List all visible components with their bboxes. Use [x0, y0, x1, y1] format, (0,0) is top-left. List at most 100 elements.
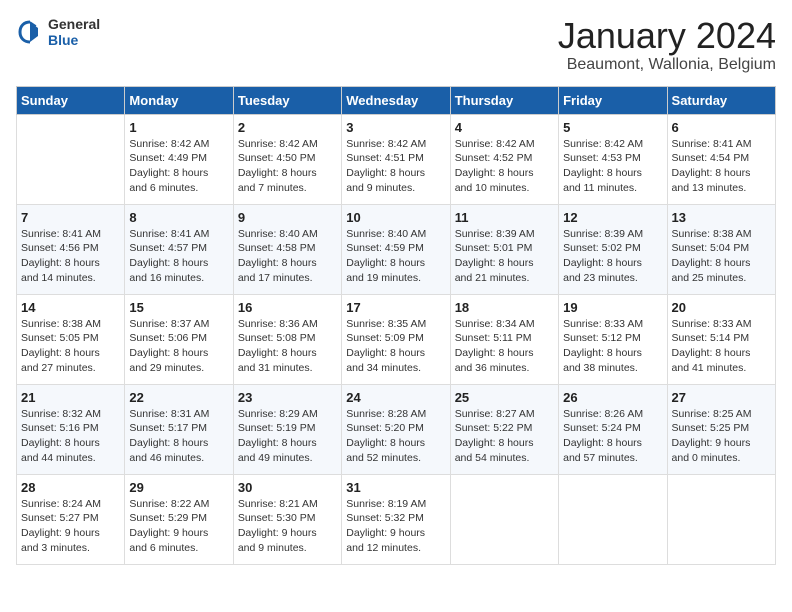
calendar-day-cell: 7 Sunrise: 8:41 AM Sunset: 4:56 PM Daylig…	[17, 204, 125, 294]
day-number: 24	[346, 390, 445, 405]
day-number: 16	[238, 300, 337, 315]
column-header-thursday: Thursday	[450, 86, 558, 114]
day-info: Sunrise: 8:41 AM Sunset: 4:54 PM Dayligh…	[672, 137, 771, 196]
month-title: January 2024	[558, 16, 776, 56]
calendar-week-row: 1 Sunrise: 8:42 AM Sunset: 4:49 PM Daylig…	[17, 114, 776, 204]
day-info: Sunrise: 8:41 AM Sunset: 4:57 PM Dayligh…	[129, 227, 228, 286]
calendar-day-cell: 15 Sunrise: 8:37 AM Sunset: 5:06 PM Dayli…	[125, 294, 233, 384]
calendar-day-cell: 20 Sunrise: 8:33 AM Sunset: 5:14 PM Dayli…	[667, 294, 775, 384]
day-number: 30	[238, 480, 337, 495]
page-header: General Blue January 2024 Beaumont, Wall…	[16, 16, 776, 74]
day-info: Sunrise: 8:32 AM Sunset: 5:16 PM Dayligh…	[21, 407, 120, 466]
day-number: 9	[238, 210, 337, 225]
day-info: Sunrise: 8:42 AM Sunset: 4:53 PM Dayligh…	[563, 137, 662, 196]
day-number: 10	[346, 210, 445, 225]
calendar-day-cell: 10 Sunrise: 8:40 AM Sunset: 4:59 PM Dayli…	[342, 204, 450, 294]
day-info: Sunrise: 8:25 AM Sunset: 5:25 PM Dayligh…	[672, 407, 771, 466]
day-info: Sunrise: 8:21 AM Sunset: 5:30 PM Dayligh…	[238, 497, 337, 556]
day-info: Sunrise: 8:33 AM Sunset: 5:14 PM Dayligh…	[672, 317, 771, 376]
day-number: 1	[129, 120, 228, 135]
calendar-day-cell: 18 Sunrise: 8:34 AM Sunset: 5:11 PM Dayli…	[450, 294, 558, 384]
day-number: 29	[129, 480, 228, 495]
calendar-day-cell: 5 Sunrise: 8:42 AM Sunset: 4:53 PM Daylig…	[559, 114, 667, 204]
calendar-day-cell: 3 Sunrise: 8:42 AM Sunset: 4:51 PM Daylig…	[342, 114, 450, 204]
logo-text: General Blue	[48, 16, 100, 48]
calendar-day-cell: 14 Sunrise: 8:38 AM Sunset: 5:05 PM Dayli…	[17, 294, 125, 384]
calendar-day-cell: 11Sunrise: 8:39 AM Sunset: 5:01 PM Dayli…	[450, 204, 558, 294]
day-info: Sunrise: 8:34 AM Sunset: 5:11 PM Dayligh…	[455, 317, 554, 376]
calendar-day-cell: 25Sunrise: 8:27 AM Sunset: 5:22 PM Dayli…	[450, 384, 558, 474]
day-number: 4	[455, 120, 554, 135]
column-header-sunday: Sunday	[17, 86, 125, 114]
calendar-day-cell: 21 Sunrise: 8:32 AM Sunset: 5:16 PM Dayli…	[17, 384, 125, 474]
calendar-day-cell: 22 Sunrise: 8:31 AM Sunset: 5:17 PM Dayli…	[125, 384, 233, 474]
day-info: Sunrise: 8:26 AM Sunset: 5:24 PM Dayligh…	[563, 407, 662, 466]
day-number: 14	[21, 300, 120, 315]
calendar-day-cell: 8 Sunrise: 8:41 AM Sunset: 4:57 PM Daylig…	[125, 204, 233, 294]
day-info: Sunrise: 8:33 AM Sunset: 5:12 PM Dayligh…	[563, 317, 662, 376]
day-info: Sunrise: 8:37 AM Sunset: 5:06 PM Dayligh…	[129, 317, 228, 376]
column-header-friday: Friday	[559, 86, 667, 114]
day-info: Sunrise: 8:38 AM Sunset: 5:05 PM Dayligh…	[21, 317, 120, 376]
day-number: 19	[563, 300, 662, 315]
day-number: 5	[563, 120, 662, 135]
day-info: Sunrise: 8:39 AM Sunset: 5:02 PM Dayligh…	[563, 227, 662, 286]
logo-icon	[16, 18, 44, 46]
day-info: Sunrise: 8:19 AM Sunset: 5:32 PM Dayligh…	[346, 497, 445, 556]
day-info: Sunrise: 8:42 AM Sunset: 4:52 PM Dayligh…	[455, 137, 554, 196]
calendar-day-cell: 29Sunrise: 8:22 AM Sunset: 5:29 PM Dayli…	[125, 474, 233, 564]
calendar-day-cell: 2Sunrise: 8:42 AM Sunset: 4:50 PM Daylig…	[233, 114, 341, 204]
day-number: 28	[21, 480, 120, 495]
calendar-day-cell: 4 Sunrise: 8:42 AM Sunset: 4:52 PM Daylig…	[450, 114, 558, 204]
calendar-week-row: 7 Sunrise: 8:41 AM Sunset: 4:56 PM Daylig…	[17, 204, 776, 294]
column-header-saturday: Saturday	[667, 86, 775, 114]
title-block: January 2024 Beaumont, Wallonia, Belgium	[558, 16, 776, 74]
calendar-day-cell: 1 Sunrise: 8:42 AM Sunset: 4:49 PM Daylig…	[125, 114, 233, 204]
day-info: Sunrise: 8:42 AM Sunset: 4:49 PM Dayligh…	[129, 137, 228, 196]
day-info: Sunrise: 8:42 AM Sunset: 4:50 PM Dayligh…	[238, 137, 337, 196]
day-number: 17	[346, 300, 445, 315]
calendar-day-cell: 31Sunrise: 8:19 AM Sunset: 5:32 PM Dayli…	[342, 474, 450, 564]
calendar-week-row: 28 Sunrise: 8:24 AM Sunset: 5:27 PM Dayli…	[17, 474, 776, 564]
calendar-day-cell: 16Sunrise: 8:36 AM Sunset: 5:08 PM Dayli…	[233, 294, 341, 384]
calendar-day-cell: 9Sunrise: 8:40 AM Sunset: 4:58 PM Daylig…	[233, 204, 341, 294]
day-info: Sunrise: 8:40 AM Sunset: 4:59 PM Dayligh…	[346, 227, 445, 286]
calendar-week-row: 21 Sunrise: 8:32 AM Sunset: 5:16 PM Dayli…	[17, 384, 776, 474]
column-header-monday: Monday	[125, 86, 233, 114]
day-info: Sunrise: 8:24 AM Sunset: 5:27 PM Dayligh…	[21, 497, 120, 556]
day-info: Sunrise: 8:39 AM Sunset: 5:01 PM Dayligh…	[455, 227, 554, 286]
day-number: 7	[21, 210, 120, 225]
calendar-table: SundayMondayTuesdayWednesdayThursdayFrid…	[16, 86, 776, 565]
day-info: Sunrise: 8:41 AM Sunset: 4:56 PM Dayligh…	[21, 227, 120, 286]
day-number: 18	[455, 300, 554, 315]
day-info: Sunrise: 8:31 AM Sunset: 5:17 PM Dayligh…	[129, 407, 228, 466]
column-header-tuesday: Tuesday	[233, 86, 341, 114]
calendar-day-cell	[17, 114, 125, 204]
day-number: 15	[129, 300, 228, 315]
day-number: 21	[21, 390, 120, 405]
calendar-day-cell: 27 Sunrise: 8:25 AM Sunset: 5:25 PM Dayli…	[667, 384, 775, 474]
calendar-day-cell	[450, 474, 558, 564]
day-number: 26	[563, 390, 662, 405]
day-number: 3	[346, 120, 445, 135]
day-number: 27	[672, 390, 771, 405]
calendar-day-cell: 19 Sunrise: 8:33 AM Sunset: 5:12 PM Dayli…	[559, 294, 667, 384]
calendar-day-cell: 6Sunrise: 8:41 AM Sunset: 4:54 PM Daylig…	[667, 114, 775, 204]
day-number: 22	[129, 390, 228, 405]
column-header-wednesday: Wednesday	[342, 86, 450, 114]
calendar-day-cell	[667, 474, 775, 564]
day-info: Sunrise: 8:27 AM Sunset: 5:22 PM Dayligh…	[455, 407, 554, 466]
calendar-week-row: 14 Sunrise: 8:38 AM Sunset: 5:05 PM Dayli…	[17, 294, 776, 384]
day-number: 23	[238, 390, 337, 405]
calendar-day-cell: 17Sunrise: 8:35 AM Sunset: 5:09 PM Dayli…	[342, 294, 450, 384]
day-info: Sunrise: 8:28 AM Sunset: 5:20 PM Dayligh…	[346, 407, 445, 466]
day-info: Sunrise: 8:42 AM Sunset: 4:51 PM Dayligh…	[346, 137, 445, 196]
day-number: 8	[129, 210, 228, 225]
calendar-day-cell: 13Sunrise: 8:38 AM Sunset: 5:04 PM Dayli…	[667, 204, 775, 294]
calendar-day-cell: 26 Sunrise: 8:26 AM Sunset: 5:24 PM Dayli…	[559, 384, 667, 474]
day-info: Sunrise: 8:29 AM Sunset: 5:19 PM Dayligh…	[238, 407, 337, 466]
calendar-day-cell	[559, 474, 667, 564]
calendar-day-cell: 23 Sunrise: 8:29 AM Sunset: 5:19 PM Dayli…	[233, 384, 341, 474]
calendar-day-cell: 24 Sunrise: 8:28 AM Sunset: 5:20 PM Dayli…	[342, 384, 450, 474]
day-number: 20	[672, 300, 771, 315]
